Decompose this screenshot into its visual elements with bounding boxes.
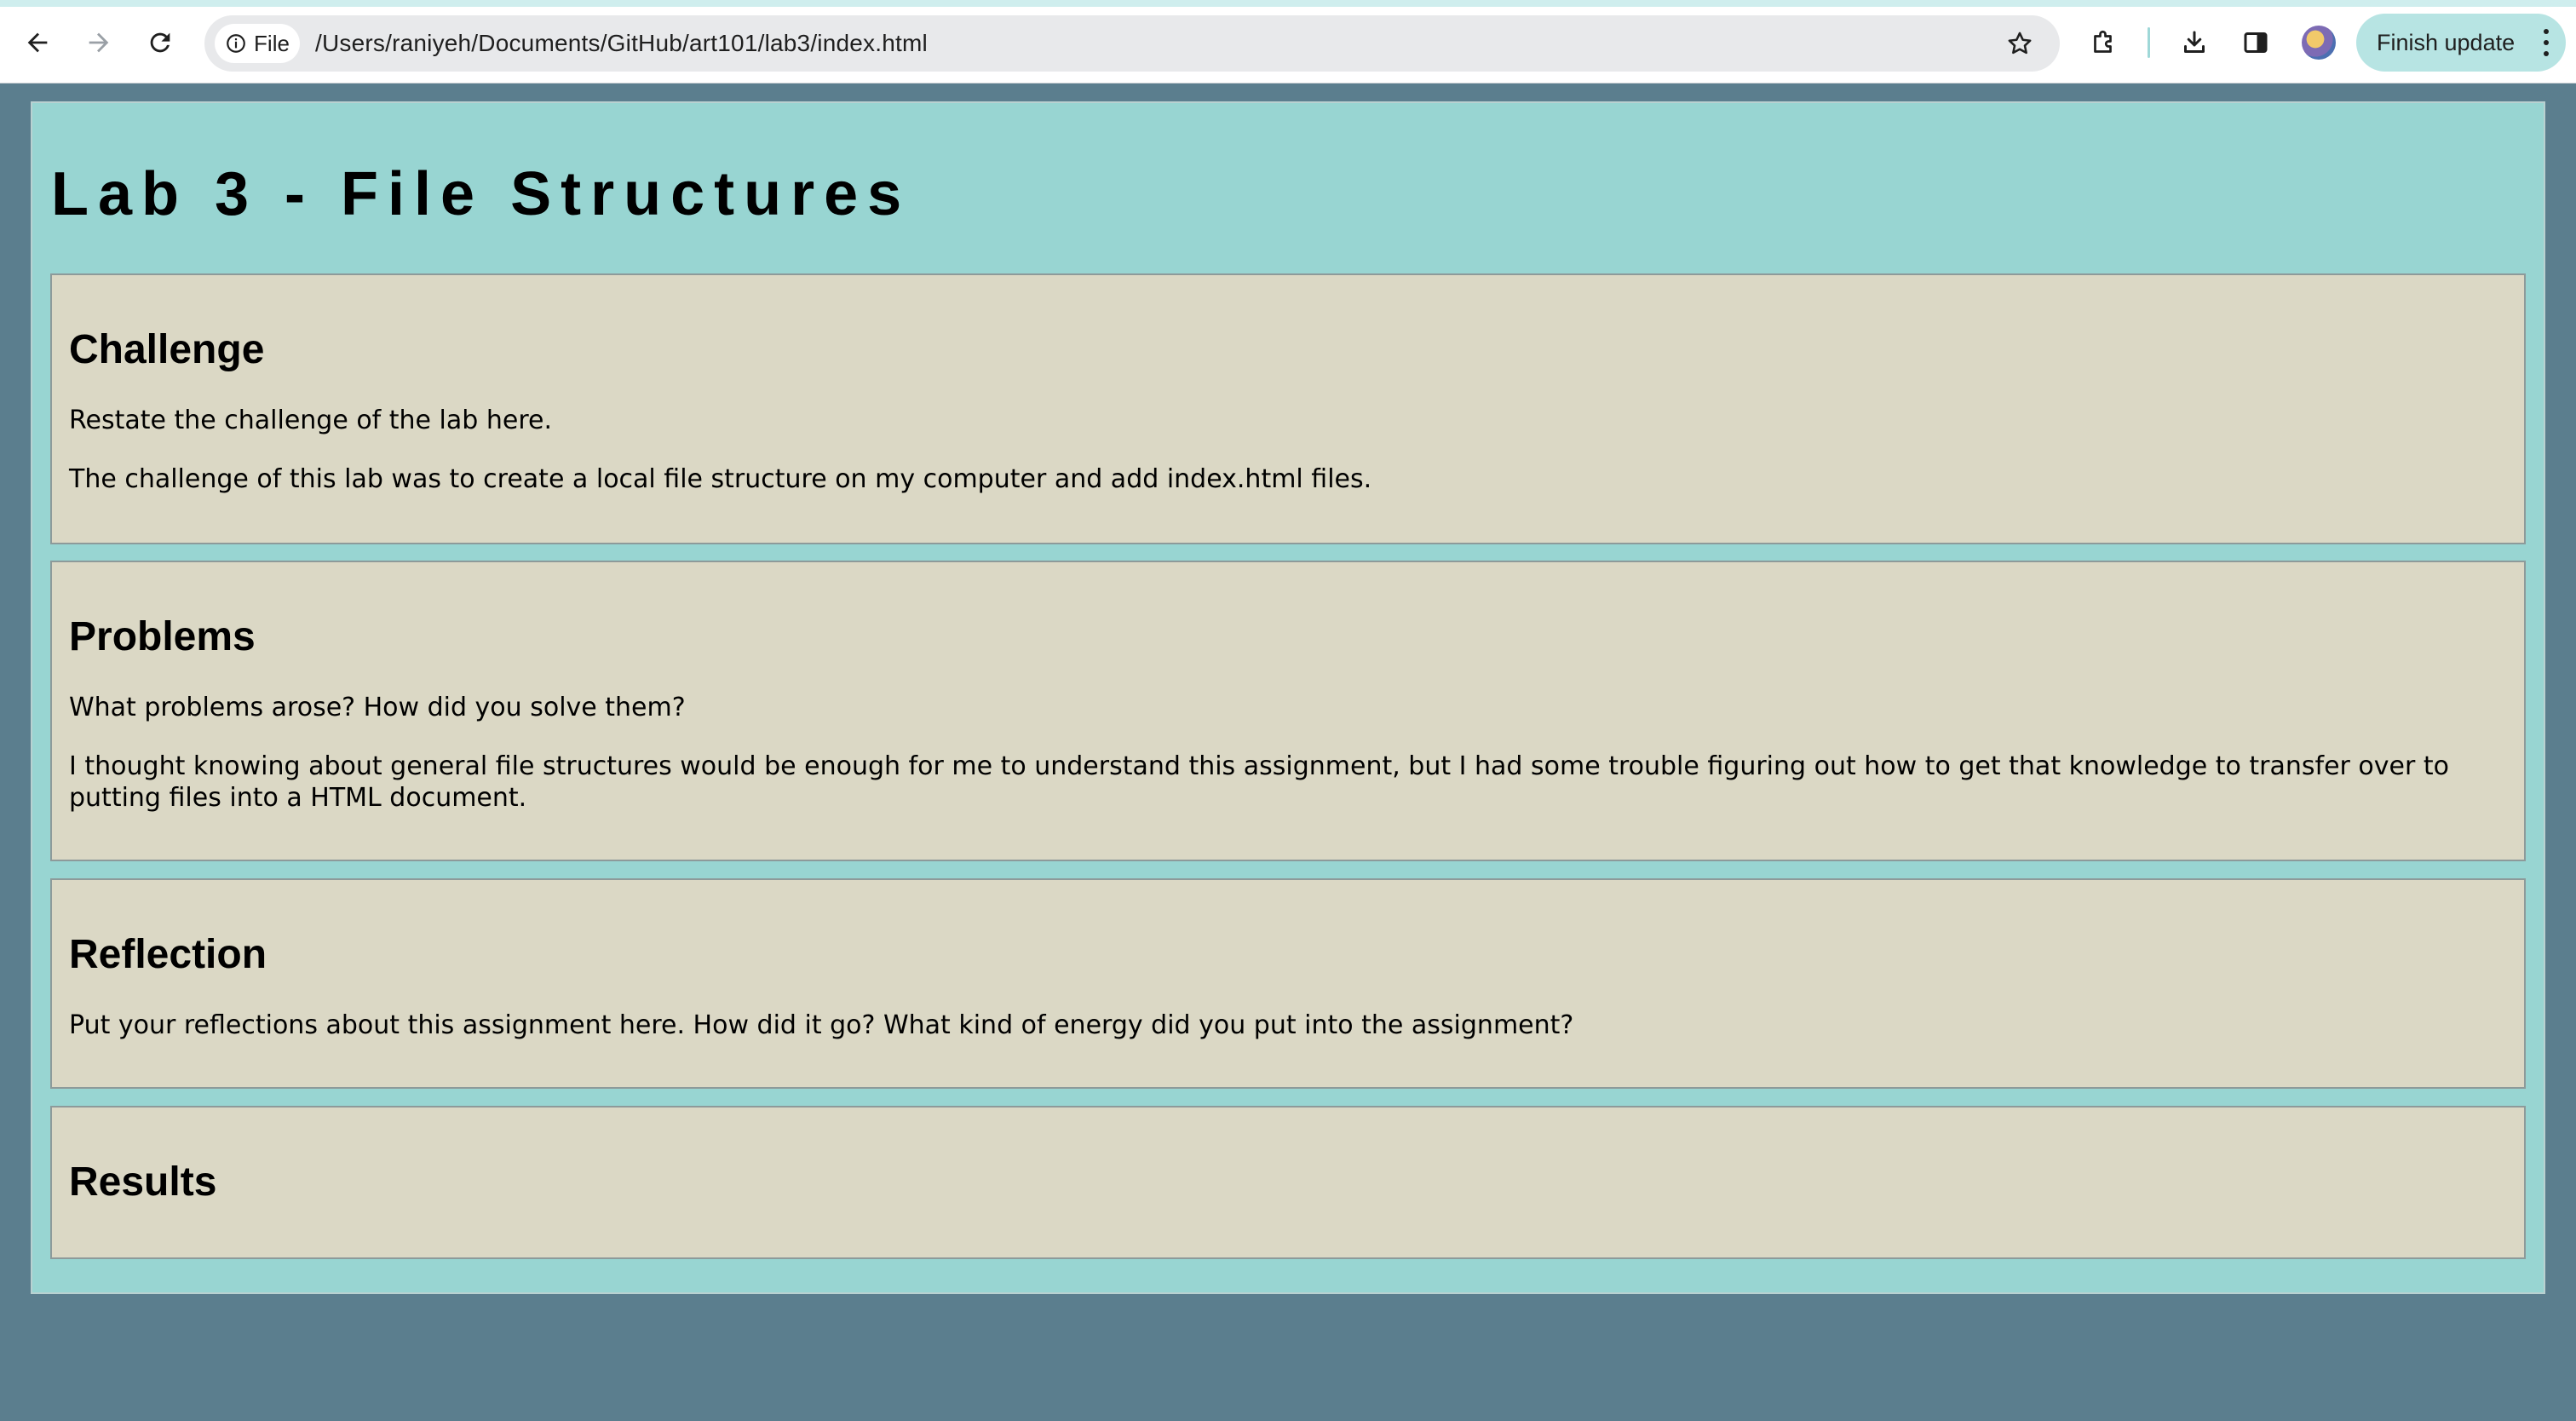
back-button[interactable] [15,20,60,65]
section-heading: Challenge [69,327,265,372]
section-paragraph: What problems arose? How did you solve t… [69,693,686,722]
site-info-label: File [254,30,290,56]
tab-strip-accent [0,0,2576,7]
toolbar-divider [2148,27,2150,58]
site-info-chip[interactable]: File [215,24,300,63]
section-heading: Problems [69,614,256,659]
forward-button[interactable] [77,20,121,65]
section-heading: Reflection [69,932,267,977]
page-container: Lab 3 - File Structures Challenge Restat… [31,101,2545,1294]
section-paragraph: Restate the challenge of the lab here. [69,406,552,435]
finish-update-label: Finish update [2377,29,2516,55]
page-title: Lab 3 - File Structures [51,160,911,228]
section-results: Results [50,1106,2526,1259]
bookmark-button[interactable] [2002,26,2038,61]
side-panel-icon [2244,32,2268,53]
side-panel-button[interactable] [2234,20,2278,65]
extensions-button[interactable] [2082,20,2126,65]
finish-update-button[interactable]: Finish update [2356,14,2566,72]
section-paragraph: I thought knowing about general file str… [69,751,2449,813]
more-menu-icon [2542,29,2550,56]
address-bar[interactable]: File /Users/raniyeh/Documents/GitHub/art… [204,15,2060,72]
info-icon [227,34,245,53]
reload-button[interactable] [138,20,182,65]
downloads-button[interactable] [2172,20,2217,65]
puzzle-icon [2094,30,2112,53]
browser-toolbar: File /Users/raniyeh/Documents/GitHub/art… [0,0,2576,83]
arrow-left-icon [27,32,48,53]
section-reflection: Reflection Put your reflections about th… [50,878,2526,1089]
profile-avatar[interactable] [2302,26,2336,60]
star-icon [2008,32,2032,55]
arrow-right-icon [89,32,109,53]
section-heading: Results [69,1159,217,1205]
section-problems: Problems What problems arose? How did yo… [50,561,2526,861]
section-challenge: Challenge Restate the challenge of the l… [50,273,2526,544]
download-icon [2184,31,2205,53]
section-paragraph: The challenge of this lab was to create … [69,464,1372,494]
reload-icon [150,32,170,53]
section-paragraph: Put your reflections about this assignme… [69,1010,1574,1040]
url-text[interactable]: /Users/raniyeh/Documents/GitHub/art101/l… [315,15,928,72]
